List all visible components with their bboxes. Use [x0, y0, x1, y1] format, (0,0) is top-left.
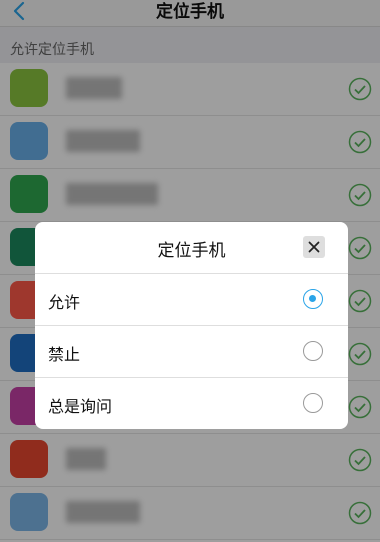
option-allow[interactable]: 允许 — [35, 274, 348, 326]
radio-button-selected[interactable] — [303, 289, 323, 309]
radio-button[interactable] — [303, 393, 323, 413]
radio-dot — [309, 295, 316, 302]
location-permission-dialog: 定位手机 允许 禁止 总是询问 — [35, 222, 348, 429]
dialog-title: 定位手机 — [157, 241, 226, 261]
option-label: 总是询问 — [48, 397, 113, 416]
option-always-ask[interactable]: 总是询问 — [35, 378, 348, 429]
option-deny[interactable]: 禁止 — [35, 326, 348, 378]
option-label: 允许 — [48, 293, 81, 312]
close-icon — [308, 241, 320, 253]
option-label: 禁止 — [48, 345, 81, 364]
radio-button[interactable] — [303, 341, 323, 361]
close-button[interactable] — [303, 236, 325, 258]
dialog-header: 定位手机 — [35, 222, 348, 274]
